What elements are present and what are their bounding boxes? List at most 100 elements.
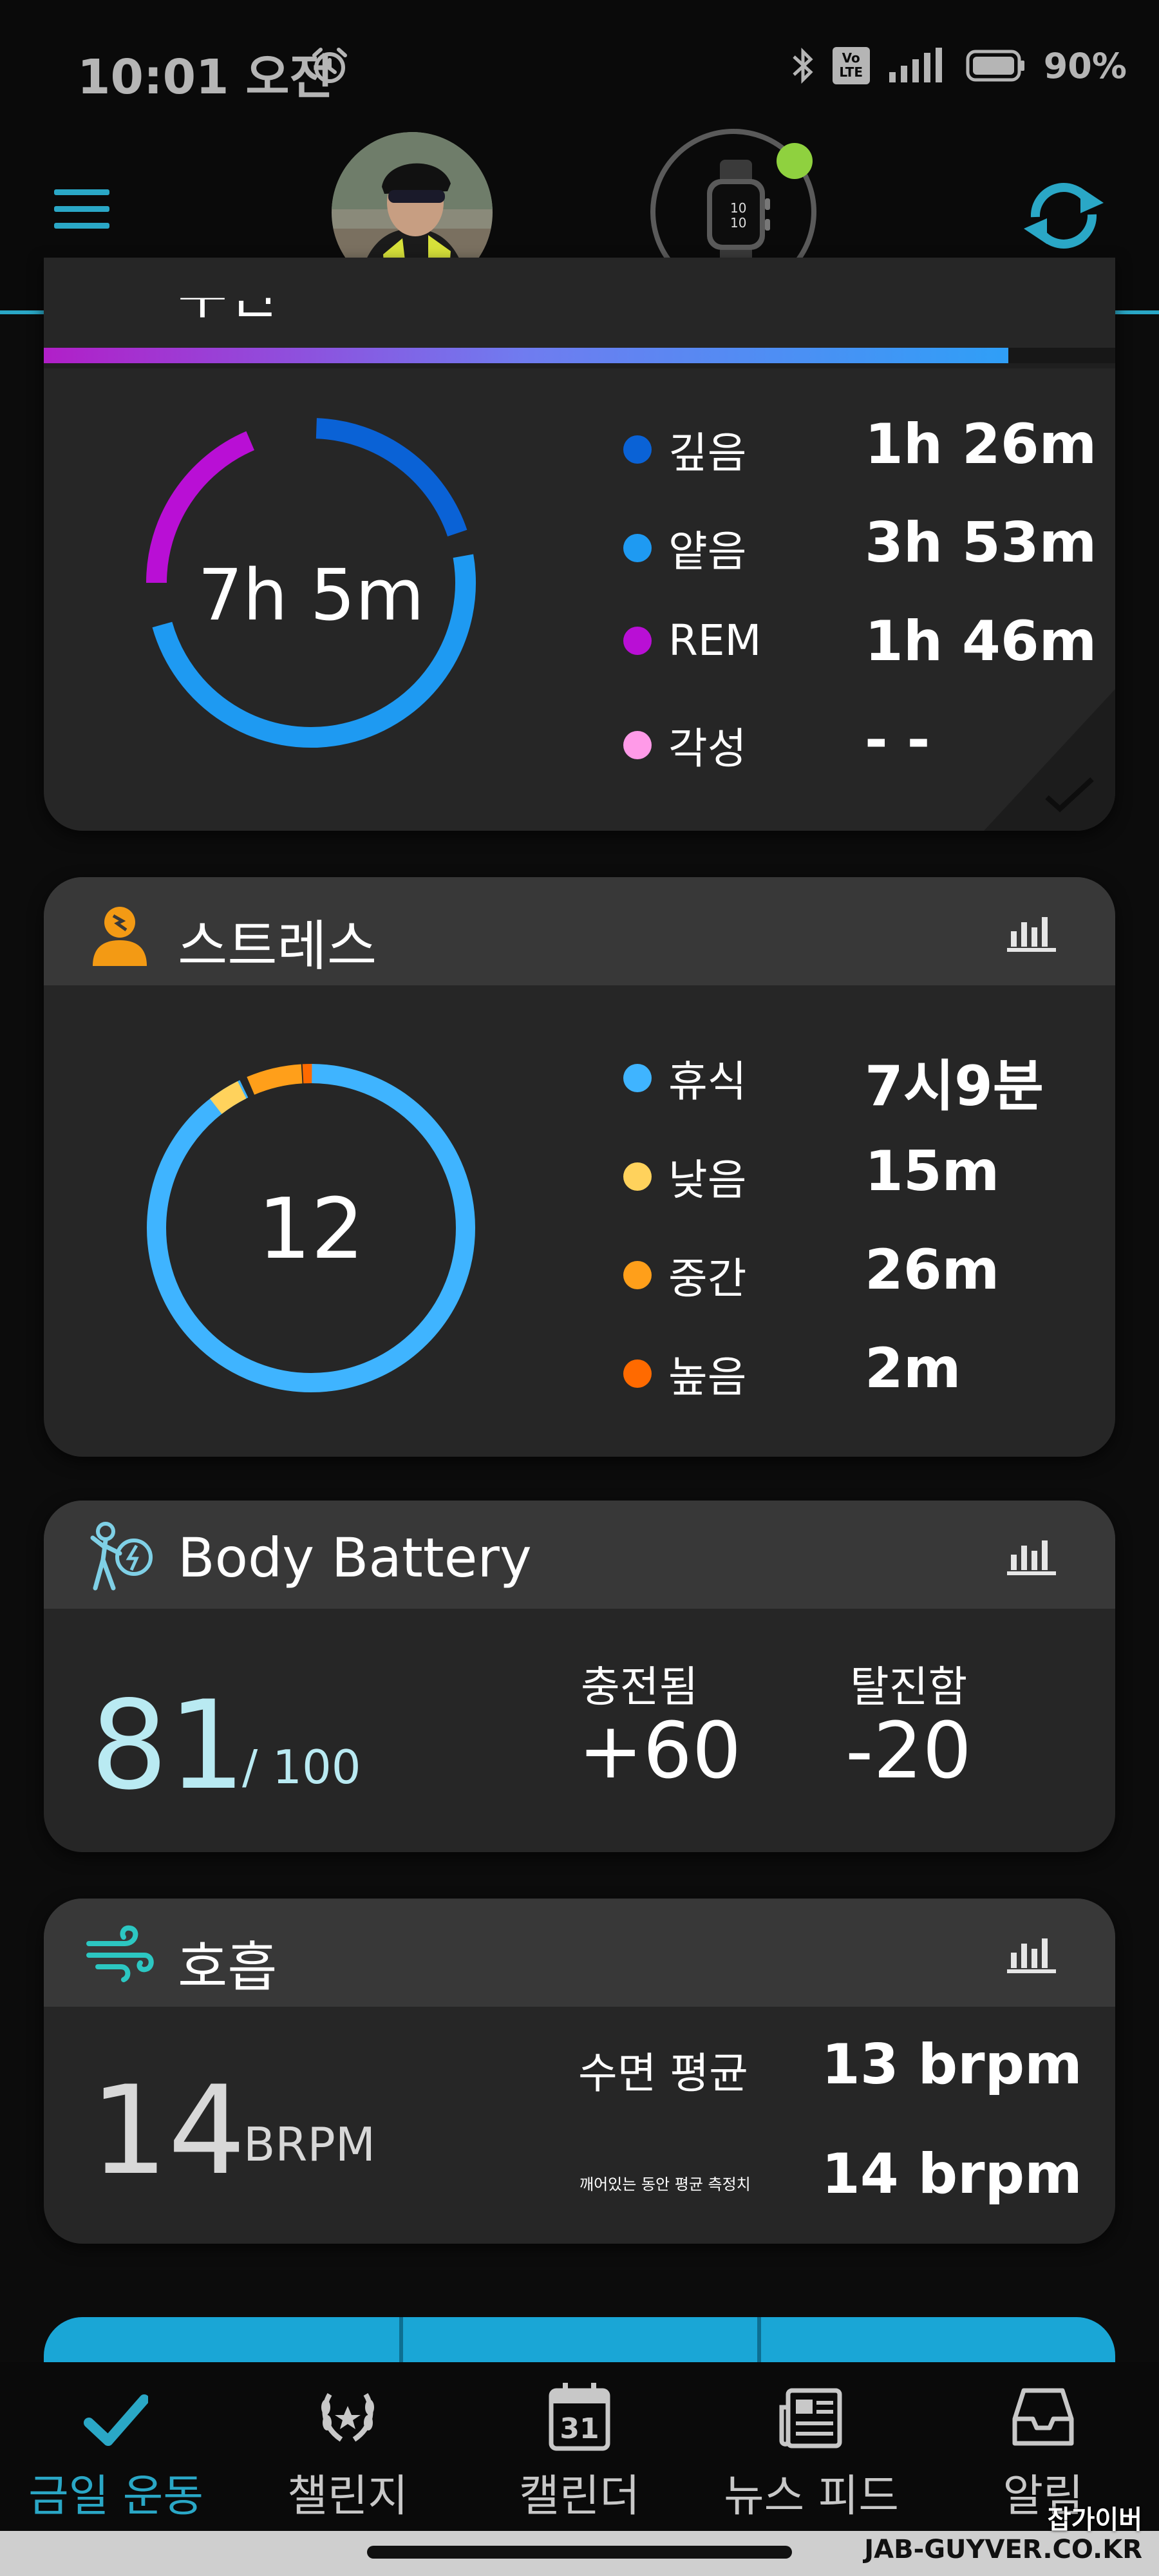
sleep-legend-awake: 각성 [623,714,746,776]
legend-dot [623,1064,652,1092]
sleep-card-title: 수면 [178,263,278,326]
body-battery-icon [90,1522,153,1591]
menu-icon[interactable] [52,187,113,232]
nav-item-calendar[interactable]: 31 캘린더 [464,2362,695,2531]
stress-title: 스트레스 [178,914,377,978]
watermark-line1: 잡가이버 [1047,2505,1142,2535]
tile-divider [399,2317,403,2369]
bluetooth-icon [793,47,813,84]
status-icons: Vo LTE 90% [790,45,1127,86]
stats-chart-icon[interactable] [1007,1537,1056,1575]
signal-icon [889,48,942,82]
alarm-icon [312,48,347,83]
stress-high-value: 2m [865,1336,961,1401]
quick-tiles-row[interactable] [44,2317,1115,2369]
stress-medium-value: 26m [865,1238,1000,1302]
legend-dot [623,1162,652,1191]
bottom-navigation: 금일 운동 챌린지 31 캘린더 뉴스 피드 알림 [0,2362,1159,2531]
sleep-progress-fill [44,348,1008,363]
legend-label: 깊음 [668,428,747,478]
sleep-card[interactable]: 수면 7h 5m 깊음 1h 26m 얕음 3h 53m REM 1h 46m … [44,258,1115,831]
stats-chart-icon[interactable] [1007,1935,1056,1973]
stress-low-value: 15m [865,1139,1000,1204]
legend-dot [623,731,652,759]
nav-label-newsfeed: 뉴스 피드 [724,2471,899,2522]
sleep-light-value: 3h 53m [865,511,1097,575]
sleep-deep-value: 1h 26m [865,412,1097,477]
body-battery-max: / 100 [242,1740,361,1794]
stress-card[interactable]: 스트레스 12 휴식 7시9분 낮음 15m 중간 26m 높음 2m [44,877,1115,1457]
stress-person-icon [93,907,147,966]
nav-item-challenges[interactable]: 챌린지 [232,2362,464,2531]
sleep-legend-light: 얕음 [623,517,746,579]
respiration-value: 14 [90,2060,246,2202]
stress-rest-value: 7시9분 [865,1054,1044,1119]
volte-bottom: LTE [839,64,863,80]
stress-score: 12 [258,1180,364,1278]
watch-time-bottom: 10 [730,215,747,231]
respiration-card[interactable]: 호흡 14 BRPM 수면 평균 13 brpm 깨어있는 동안 평균 측정치 … [44,1899,1115,2244]
sleep-rem-value: 1h 46m [865,609,1097,674]
checkmark-icon [84,2394,148,2446]
legend-label: 낮음 [668,1155,747,1205]
home-indicator[interactable] [367,2546,792,2559]
status-time: 10:01 오전 [77,50,334,105]
nav-label-today: 금일 운동 [28,2471,203,2522]
connection-status-dot [777,143,813,179]
newspaper-icon [779,2388,842,2448]
tile-divider [757,2317,761,2369]
battery-percent: 90% [1043,45,1127,86]
sleep-card-separator [44,363,1115,368]
sleep-awake-value: - - [865,708,930,772]
awake-avg-label: 깨어있는 동안 평균 측정치 [580,2175,751,2193]
legend-label: REM [668,616,762,665]
legend-dot [623,626,652,655]
laurel-icon [321,2392,374,2442]
sleep-avg-value: 13 brpm [822,2032,1082,2097]
stress-legend-rest: 휴식 [623,1047,746,1109]
charged-label: 충전됨 [581,1662,699,1712]
volte-top: Vo [842,50,860,66]
charged-value: +60 [578,1707,742,1796]
stress-legend-high: 높음 [623,1343,746,1405]
inbox-icon [1012,2388,1074,2446]
nav-item-today[interactable]: 금일 운동 [0,2362,232,2531]
stress-legend-low: 낮음 [623,1146,746,1208]
volte-icon: Vo LTE [832,47,870,84]
stats-chart-icon[interactable] [1007,913,1056,952]
legend-label: 얕음 [668,527,747,576]
legend-label: 높음 [668,1352,747,1402]
watermark-line2: JAB-GUYVER.CO.KR [864,2535,1142,2564]
nav-label-calendar: 캘린더 [519,2471,640,2522]
legend-dot [623,1359,652,1388]
status-bar: 10:01 오전 Vo LTE 90% [0,0,1159,129]
respiration-unit: BRPM [243,2117,375,2172]
legend-dot [623,435,652,464]
sync-icon[interactable] [1019,177,1109,254]
checkmark-icon [984,689,1115,831]
sleep-legend-deep: 깊음 [623,419,746,480]
legend-label: 각성 [668,724,747,773]
sleep-total: 7h 5m [198,554,424,636]
battery-icon [966,50,1024,82]
body-battery-card[interactable]: Body Battery 81 / 100 충전됨 +60 탈진함 -20 [44,1501,1115,1852]
nav-label-challenges: 챌린지 [287,2471,408,2522]
awake-avg-value: 14 brpm [822,2142,1082,2206]
calendar-day: 31 [560,2412,599,2445]
respiration-title: 호흡 [178,1936,278,1999]
sleep-avg-label: 수면 평균 [578,2049,748,2098]
drained-value: -20 [845,1707,972,1796]
sleep-progress-track [44,348,1115,363]
nav-item-newsfeed[interactable]: 뉴스 피드 [695,2362,927,2531]
drained-label: 탈진함 [850,1662,968,1712]
body-battery-title: Body Battery [178,1526,532,1589]
body-battery-value: 81 [90,1674,246,1817]
legend-dot [623,1261,652,1289]
legend-dot [623,534,652,562]
watch-time-top: 10 [730,200,747,216]
wind-icon [86,1925,154,1982]
sleep-legend-rem: REM [623,616,762,665]
stress-legend-medium: 중간 [623,1244,746,1306]
legend-label: 중간 [668,1254,747,1303]
legend-label: 휴식 [668,1057,747,1106]
